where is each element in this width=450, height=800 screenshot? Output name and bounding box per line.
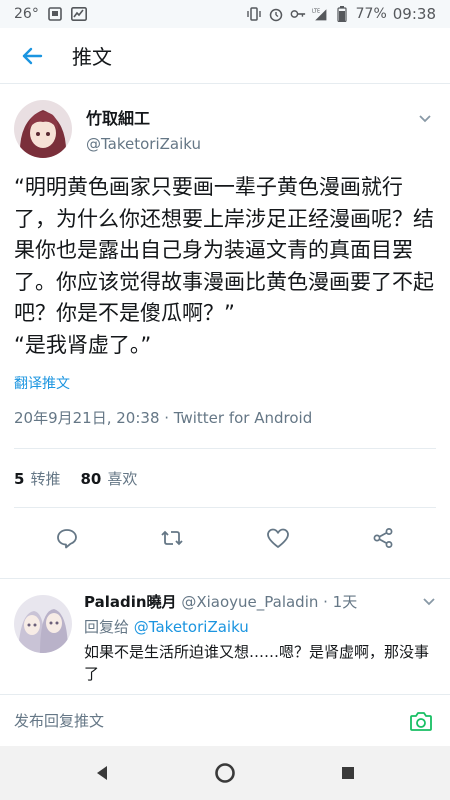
camera-button[interactable]: [406, 706, 436, 736]
reply-to-prefix: 回复给: [84, 618, 130, 636]
vibrate-icon: [246, 6, 262, 22]
author-names: 竹取細工 @TaketoriZaiku: [86, 105, 201, 153]
like-button[interactable]: [258, 518, 298, 558]
tweet-stats: 5 转推 80 喜欢: [14, 449, 436, 507]
nav-back-button[interactable]: [80, 751, 124, 795]
square-recents-icon: [342, 767, 355, 779]
tweet-text-line: “是我肾虚了。”: [14, 332, 152, 357]
nav-recents-button[interactable]: [326, 751, 370, 795]
system-nav-bar: [0, 746, 450, 800]
retweet-icon: [161, 530, 183, 546]
key-icon: [290, 6, 306, 22]
triangle-back-icon: [96, 766, 107, 780]
reply-menu-button[interactable]: [420, 593, 438, 611]
home-circle-icon: [215, 763, 235, 783]
reply-to-line: 回复给 @TaketoriZaiku: [84, 616, 436, 637]
reply-tweet[interactable]: Paladin曉月 @Xiaoyue_Paladin · 1天 回复给 @Tak…: [0, 578, 450, 685]
likes-count: 80: [80, 469, 102, 488]
reply-handle-time: @Xiaoyue_Paladin · 1天: [181, 593, 358, 611]
tweet-timestamp-source: 20年9月21日, 20:38 · Twitter for Android: [14, 409, 313, 427]
status-right: LTE 77% 09:38: [246, 5, 436, 23]
reply-button[interactable]: [47, 518, 87, 558]
likes-label: 喜欢: [107, 469, 138, 488]
page-title: 推文: [72, 45, 112, 69]
status-bar: 26° LTE 77% 09:38: [0, 0, 450, 28]
status-left: 26°: [14, 6, 87, 22]
retweet-button[interactable]: [152, 518, 192, 558]
retweets-stat[interactable]: 5 转推: [14, 468, 60, 489]
tweet-author: 竹取細工 @TaketoriZaiku: [14, 84, 436, 158]
retweets-label: 转推: [30, 469, 61, 488]
tweet-text: “明明黄色画家只要画一辈子黄色漫画就行了，为什么你还想要上岸涉足正经漫画呢？结果…: [14, 172, 436, 361]
chevron-down-icon: [423, 598, 435, 606]
avatar[interactable]: [14, 595, 72, 653]
avatar[interactable]: [14, 100, 72, 158]
arrow-left-icon: [22, 47, 43, 64]
back-button[interactable]: [4, 28, 60, 84]
share-button[interactable]: [363, 518, 403, 558]
author-handle[interactable]: @TaketoriZaiku: [86, 135, 201, 153]
reply-input[interactable]: [14, 711, 406, 730]
battery-percent: 77%: [355, 6, 387, 22]
tweet-actions: [14, 508, 436, 568]
reply-text: 如果不是生活所迫谁又想……嗯？是肾虚啊，那没事了: [84, 643, 430, 683]
chevron-down-icon: [419, 115, 431, 123]
alarm-icon: [268, 6, 284, 22]
clock-time: 09:38: [392, 5, 436, 23]
temperature-text: 26°: [14, 6, 39, 22]
tweet-detail: 竹取細工 @TaketoriZaiku “明明黄色画家只要画一辈子黄色漫画就行了…: [0, 84, 450, 568]
activity-chart-icon: [70, 6, 87, 22]
reply-icon: [56, 529, 77, 549]
lte-signal-icon: LTE: [312, 6, 328, 22]
app-header: 推文: [0, 28, 450, 84]
author-display-name[interactable]: 竹取細工: [86, 105, 201, 129]
image-icon: [47, 6, 63, 22]
likes-stat[interactable]: 80 喜欢: [80, 468, 137, 489]
battery-icon: [334, 6, 350, 22]
camera-icon: [410, 711, 432, 731]
tweet-text-line: “明明黄色画家只要画一辈子黄色漫画就行了，为什么你还想要上岸涉足正经漫画呢？结果…: [14, 175, 434, 325]
lte-label: LTE: [312, 8, 320, 14]
heart-icon: [266, 528, 289, 548]
reply-header: Paladin曉月 @Xiaoyue_Paladin · 1天: [84, 591, 436, 612]
translate-tweet-link[interactable]: 翻译推文: [14, 373, 436, 393]
tweet-menu-button[interactable]: [416, 110, 434, 128]
share-icon: [373, 528, 393, 548]
compose-reply-bar: [0, 694, 450, 746]
reply-to-handle-link[interactable]: @TaketoriZaiku: [134, 618, 249, 636]
nav-home-button[interactable]: [203, 751, 247, 795]
reply-body: Paladin曉月 @Xiaoyue_Paladin · 1天 回复给 @Tak…: [84, 591, 436, 685]
retweets-count: 5: [14, 469, 25, 488]
reply-display-name[interactable]: Paladin曉月: [84, 593, 177, 611]
